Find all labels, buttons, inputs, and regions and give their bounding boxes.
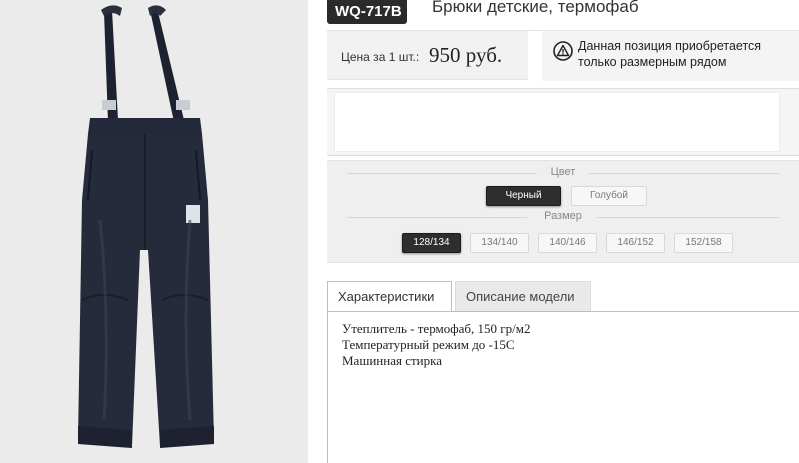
price-row: Цена за 1 шт.: 950 руб. Данная позиция п… bbox=[327, 30, 799, 81]
size-option-146-152[interactable]: 146/152 bbox=[606, 233, 665, 253]
tab-description[interactable]: Описание модели bbox=[455, 281, 591, 311]
notice-line-2: только размерным рядом bbox=[578, 55, 727, 69]
color-option-blue[interactable]: Голубой bbox=[571, 186, 647, 206]
size-option-152-158[interactable]: 152/158 bbox=[674, 233, 733, 253]
spec-line: Температурный режим до -15С bbox=[342, 337, 515, 352]
size-option-134-140[interactable]: 134/140 bbox=[470, 233, 529, 253]
size-option-140-146[interactable]: 140/146 bbox=[538, 233, 597, 253]
spec-line: Утеплитель - термофаб, 150 гр/м2 bbox=[342, 321, 531, 336]
sku-badge: WQ-717B bbox=[327, 0, 407, 24]
tab-content: Утеплитель - термофаб, 150 гр/м2 Темпера… bbox=[327, 311, 799, 463]
product-title: Брюки детские, термофаб bbox=[432, 0, 639, 16]
tab-characteristics[interactable]: Характеристики bbox=[327, 281, 452, 312]
color-label-row: Цвет bbox=[327, 166, 799, 178]
size-label: Размер bbox=[544, 210, 582, 222]
color-option-black[interactable]: Черный bbox=[486, 186, 561, 206]
price-value: 950 руб. bbox=[429, 43, 503, 67]
notice-line-1: Данная позиция приобретается bbox=[578, 39, 762, 53]
price-separator bbox=[528, 31, 542, 81]
options-panel: Цвет Черный Голубой Размер 128/134 134/1… bbox=[327, 160, 799, 263]
info-tabs: Характеристики Описание модели bbox=[327, 281, 799, 312]
product-image[interactable] bbox=[0, 0, 308, 463]
panel-divider bbox=[308, 0, 328, 463]
thumbnail-area bbox=[334, 92, 780, 152]
size-label-row: Размер bbox=[327, 210, 799, 222]
price-label: Цена за 1 шт.: bbox=[341, 50, 420, 64]
notice-text: Данная позиция приобретается только разм… bbox=[578, 38, 761, 70]
thumbnail-strip bbox=[327, 88, 799, 156]
color-label: Цвет bbox=[550, 166, 576, 178]
pants-image bbox=[78, 5, 214, 448]
size-option-128-134[interactable]: 128/134 bbox=[402, 233, 461, 253]
warning-icon bbox=[553, 41, 573, 61]
notice-box: Данная позиция приобретается только разм… bbox=[542, 31, 799, 81]
spec-line: Машинная стирка bbox=[342, 353, 443, 368]
